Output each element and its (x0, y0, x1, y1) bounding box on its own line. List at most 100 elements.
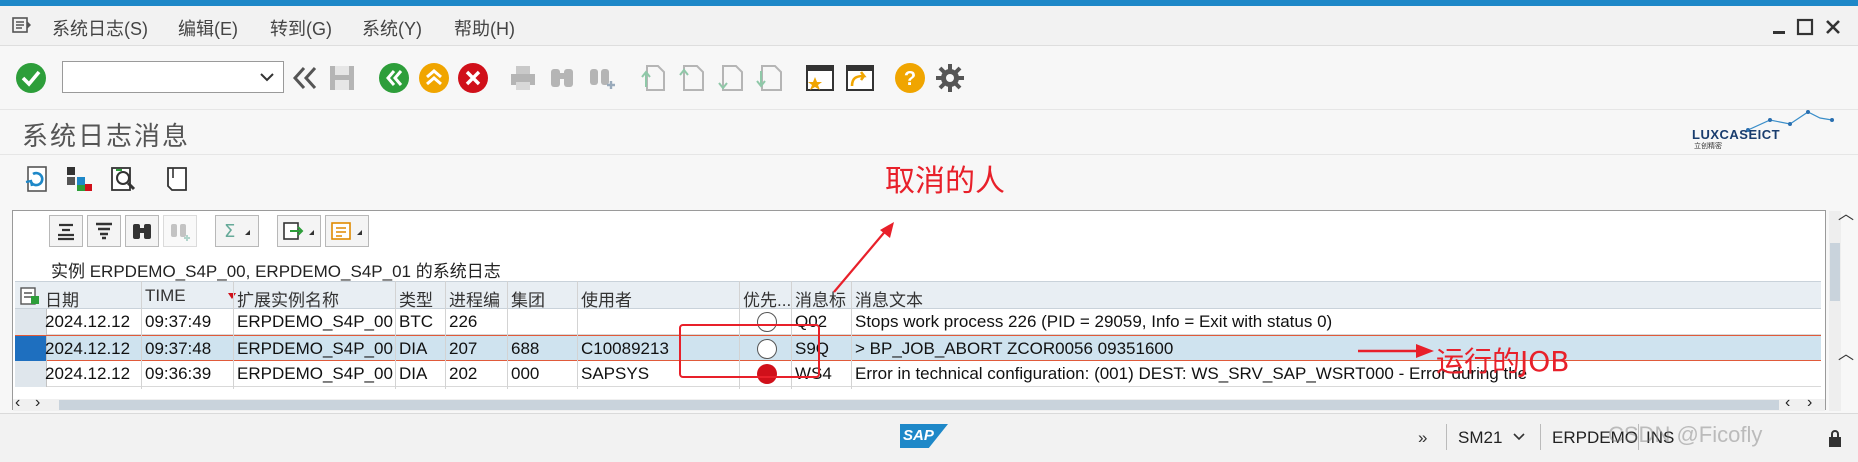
scroll-left-icon[interactable]: ‹ (15, 394, 20, 412)
chevron-down-icon[interactable] (259, 70, 275, 89)
scroll-thumb[interactable] (59, 400, 1779, 410)
document-icon[interactable] (162, 164, 192, 199)
sap-logo: SAP (900, 424, 948, 448)
details-icon[interactable] (49, 215, 83, 247)
row-selector[interactable] (15, 361, 47, 387)
svg-text:Σ: Σ (224, 221, 235, 242)
cell-client: 688 (511, 339, 540, 358)
table-header: 日期 TIME 扩展实例名称 类型 进程编 集团 使用者 优先... 消息标 消… (15, 281, 1821, 311)
select-all-icon[interactable] (19, 286, 41, 311)
cell-message-text: Stops work process 226 (PID = 29059, Inf… (855, 312, 1333, 331)
next-page-icon[interactable] (714, 61, 748, 95)
back-double-arrow-icon[interactable] (288, 61, 322, 95)
find-icon[interactable] (545, 61, 579, 95)
prev-page-icon[interactable] (675, 61, 709, 95)
sort-descending-icon (228, 286, 236, 304)
column-header-time[interactable]: TIME (145, 286, 186, 306)
cell-time: 09:37:48 (145, 339, 212, 358)
title-bar: 系统日志消息 LUXCASEICT 立创精密 (0, 109, 1858, 154)
list-title: 实例 ERPDEMO_S4P_00, ERPDEMO_S4P_01 的系统日志 (51, 262, 501, 281)
annotation-canceller: 取消的人 (885, 164, 1005, 199)
menu-edit[interactable]: 编辑(E) (178, 15, 238, 41)
first-page-icon[interactable] (636, 61, 670, 95)
print-icon[interactable] (506, 61, 540, 95)
column-divider (233, 281, 234, 389)
cell-time: 09:36:39 (145, 364, 212, 383)
technical-details-icon[interactable] (108, 164, 138, 199)
status-divider (1446, 424, 1447, 450)
table-row[interactable]: 2024.12.12 09:37:49 ERPDEMO_S4P_00 BTC 2… (15, 309, 1821, 335)
find-next-icon[interactable] (163, 215, 197, 247)
settings-icon[interactable] (933, 61, 967, 95)
menu-system[interactable]: 系统(Y) (362, 15, 422, 41)
cell-process: 207 (449, 339, 478, 358)
column-header-date[interactable]: 日期 (45, 286, 79, 311)
enter-icon[interactable] (14, 61, 48, 95)
horizontal-scrollbar[interactable]: ‹ › ‹ › (13, 394, 1825, 411)
refresh-icon[interactable] (20, 164, 50, 199)
last-page-icon[interactable] (753, 61, 787, 95)
column-header-user[interactable]: 使用者 (581, 286, 632, 311)
find-icon[interactable] (125, 215, 159, 247)
cell-user: SAPSYS (581, 364, 650, 383)
column-divider (851, 281, 852, 389)
column-header-type[interactable]: 类型 (399, 286, 433, 311)
menu-icon[interactable] (12, 16, 32, 34)
help-icon[interactable]: ? (893, 61, 927, 95)
menu-system-log[interactable]: 系统日志(S) (52, 15, 148, 41)
lock-icon (1826, 428, 1844, 453)
filter-icon[interactable] (87, 215, 121, 247)
column-divider (395, 281, 396, 389)
menu-help[interactable]: 帮助(H) (454, 15, 515, 41)
shortcut-icon[interactable] (843, 61, 877, 95)
back-green-icon[interactable] (377, 61, 411, 95)
user-highlight-box (679, 324, 820, 378)
layout-select-icon[interactable] (325, 215, 369, 247)
column-header-process[interactable]: 进程编 (449, 286, 500, 311)
scroll-right-icon[interactable]: › (1807, 394, 1812, 412)
column-header-instance[interactable]: 扩展实例名称 (237, 286, 339, 311)
logo-text: LUXCASEICT (1692, 127, 1781, 142)
close-icon[interactable] (1824, 18, 1842, 36)
command-input[interactable] (63, 62, 253, 92)
cancel-red-icon[interactable] (456, 61, 490, 95)
row-selector[interactable] (15, 309, 47, 335)
find-next-icon[interactable] (585, 61, 619, 95)
status-bar: SAP » SM21 ERPDEMO INS CSDN @Ficofly (0, 413, 1858, 462)
column-divider (445, 281, 446, 389)
vertical-scrollbar[interactable] (1829, 211, 1841, 411)
sum-icon[interactable]: Σ (215, 215, 259, 247)
layout-icon[interactable] (64, 164, 94, 199)
chevron-down-icon[interactable] (1512, 430, 1526, 448)
column-header-client[interactable]: 集团 (511, 286, 545, 311)
row-selector[interactable] (15, 336, 47, 362)
cell-date: 2024.12.12 (45, 339, 131, 358)
cell-type: BTC (399, 312, 433, 331)
chevron-up-icon[interactable]: ︿ (1838, 200, 1854, 224)
export-icon[interactable] (277, 215, 321, 247)
scroll-left-icon[interactable]: ‹ (1785, 394, 1790, 412)
scroll-thumb[interactable] (1830, 243, 1840, 301)
command-field[interactable] (62, 61, 284, 93)
scroll-right-icon[interactable]: › (35, 394, 40, 412)
menu-goto[interactable]: 转到(G) (270, 15, 332, 41)
maximize-icon[interactable] (1796, 18, 1814, 36)
standard-toolbar: ? (0, 47, 1858, 109)
annotation-arrow-icon (1358, 344, 1434, 358)
column-header-priority[interactable]: 优先... (743, 286, 791, 311)
minimize-icon[interactable] (1770, 18, 1788, 36)
cell-date: 2024.12.12 (45, 364, 131, 383)
status-expand-icon[interactable]: » (1418, 428, 1427, 448)
status-divider (1540, 424, 1541, 450)
exit-yellow-icon[interactable] (417, 61, 451, 95)
cell-message-text: Error in technical configuration: (001) … (855, 364, 1528, 383)
create-session-icon[interactable] (803, 61, 837, 95)
save-icon[interactable] (325, 61, 359, 95)
logo-subtext: 立创精密 (1694, 143, 1722, 150)
company-logo: LUXCASEICT 立创精密 (1692, 110, 1842, 154)
cell-instance: ERPDEMO_S4P_00 (237, 312, 393, 331)
svg-text:?: ? (904, 68, 916, 90)
cell-client: 000 (511, 364, 540, 383)
chevron-up-icon[interactable]: ︿ (1838, 340, 1854, 364)
cell-type: DIA (399, 364, 428, 383)
